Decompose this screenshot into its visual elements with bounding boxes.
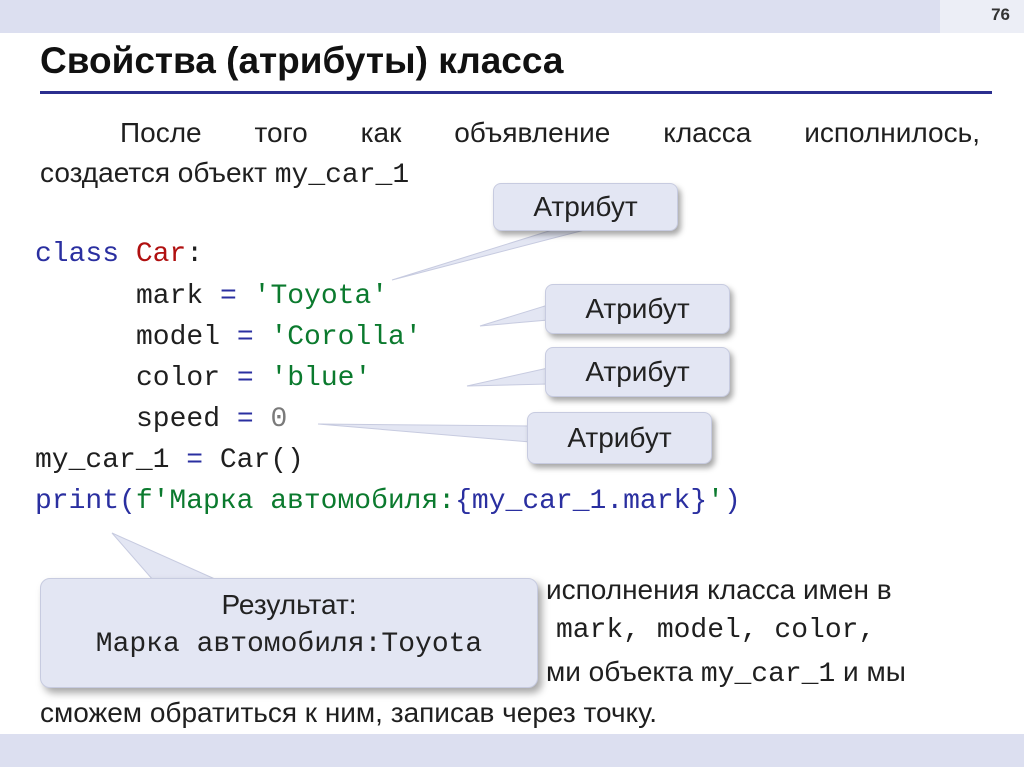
pointer-attr-2 bbox=[479, 304, 549, 327]
code-op: = bbox=[220, 404, 271, 435]
pointer-attr-1 bbox=[391, 225, 601, 281]
code-var: model bbox=[136, 322, 221, 353]
code-class-name: Car bbox=[135, 239, 187, 270]
code-var: color bbox=[136, 363, 221, 394]
bottom-text-line-1: исполнения класса имен в bbox=[546, 574, 892, 605]
code-number: 0 bbox=[270, 404, 288, 435]
code-fstring: f'Марка автомобиля: bbox=[135, 486, 456, 517]
pointer-attr-4 bbox=[317, 423, 531, 443]
result-label: Результат: bbox=[221, 589, 357, 620]
code-brace: } bbox=[690, 486, 708, 517]
code-string: 'Corolla' bbox=[270, 322, 422, 353]
callout-attribute-1: Атрибут bbox=[493, 183, 678, 231]
code-var: my_car_1 bbox=[35, 445, 170, 476]
code-print-fn: print( bbox=[35, 486, 136, 517]
code-line-color: color = 'blue' bbox=[136, 358, 371, 399]
code-call: Car() bbox=[219, 445, 304, 476]
bottom-text-line-3: ми объекта my_car_1 и мы bbox=[546, 652, 906, 695]
code-line-speed: speed = 0 bbox=[136, 399, 287, 440]
result-callout: Результат: Марка автомобиля:Toyota bbox=[40, 578, 538, 688]
code-line-mark: mark = 'Toyota' bbox=[136, 276, 388, 317]
bottom-band bbox=[0, 734, 1024, 767]
code-line-model: model = 'Corolla' bbox=[136, 317, 422, 358]
code-line-print: print(f'Марка автомобиля:{my_car_1.mark}… bbox=[35, 481, 741, 522]
code-op: = bbox=[220, 363, 271, 394]
code-colon: : bbox=[186, 239, 204, 270]
code-string: 'blue' bbox=[270, 363, 372, 394]
code-line-class: class Car: bbox=[35, 234, 203, 275]
code-string: 'Toyota' bbox=[253, 281, 389, 312]
code-expression: my_car_1.mark bbox=[471, 486, 691, 517]
pointer-attr-3 bbox=[466, 367, 549, 387]
callout-attribute-3: Атрибут bbox=[545, 347, 730, 397]
code-var: speed bbox=[136, 404, 221, 435]
code-line-instance: my_car_1 = Car() bbox=[35, 440, 304, 481]
callout-attribute-2: Атрибут bbox=[545, 284, 730, 334]
bottom-text-line-2: mark, model, color, bbox=[556, 615, 876, 646]
code-op: = bbox=[169, 445, 220, 476]
bottom-text: ми объекта bbox=[546, 656, 701, 687]
code-keyword-class: class bbox=[35, 239, 136, 270]
code-op: = bbox=[220, 322, 271, 353]
bottom-object-name: my_car_1 bbox=[700, 659, 836, 690]
bottom-text-line-4: сможем обратиться к ним, записав через т… bbox=[40, 697, 658, 728]
code-fstring-end: ' bbox=[707, 486, 724, 517]
code-op: = bbox=[203, 281, 254, 312]
result-value: Марка автомобиля:Toyota bbox=[95, 629, 483, 660]
code-var: mark bbox=[136, 281, 204, 312]
callout-attribute-4: Атрибут bbox=[527, 412, 712, 464]
bottom-text: и мы bbox=[835, 656, 906, 687]
code-paren: ) bbox=[723, 486, 741, 517]
code-brace: { bbox=[455, 486, 472, 517]
